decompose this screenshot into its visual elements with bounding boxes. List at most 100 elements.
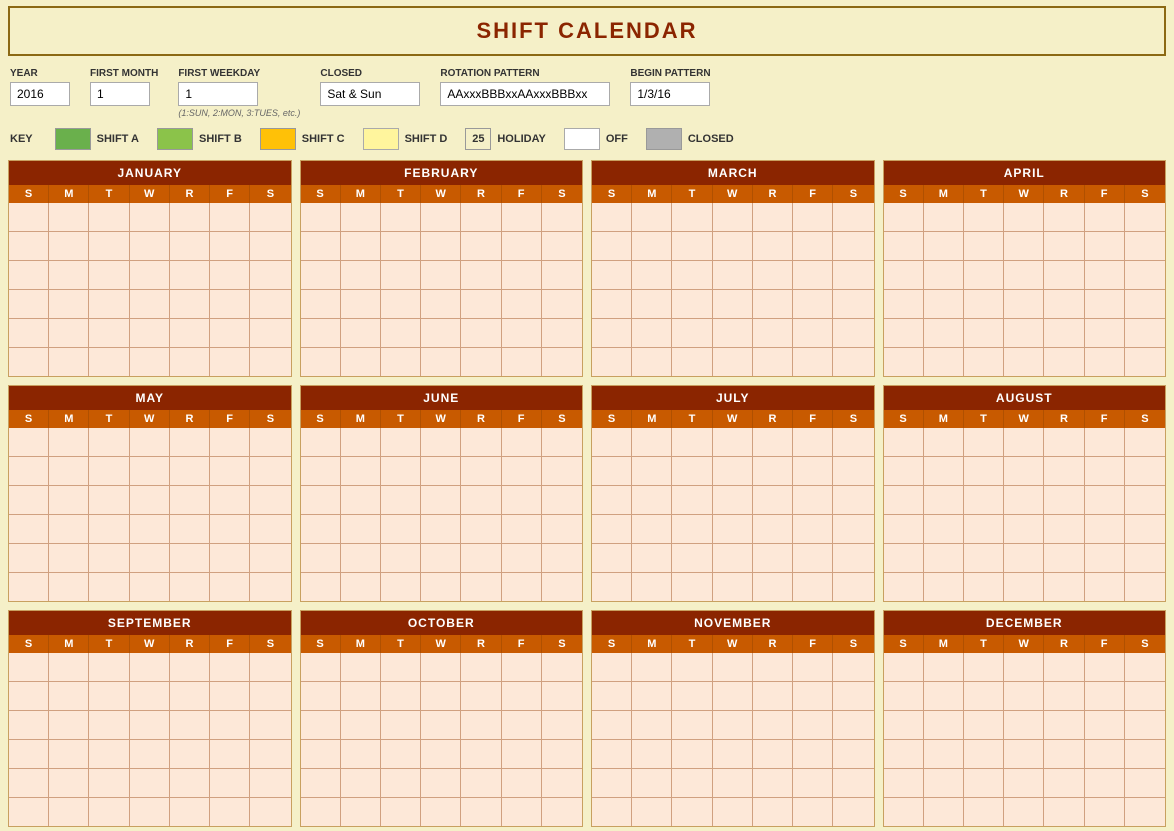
month-october: OCTOBER SMTWRFS bbox=[300, 610, 584, 827]
jan-day bbox=[9, 290, 49, 318]
jan-day bbox=[250, 203, 290, 231]
jan-day bbox=[9, 319, 49, 347]
day-headers-december: SMTWRFS bbox=[884, 635, 1166, 653]
shift-c-label: SHIFT C bbox=[302, 133, 345, 145]
feb-day bbox=[461, 232, 501, 260]
day-headers-october: SMTWRFS bbox=[301, 635, 583, 653]
feb-day bbox=[381, 232, 421, 260]
key-item-closed: CLOSED bbox=[646, 128, 734, 150]
month-may: MAY SMTWRFS bbox=[8, 385, 292, 602]
shift-d-label: SHIFT D bbox=[405, 133, 448, 145]
month-december: DECEMBER SMTWRFS bbox=[883, 610, 1167, 827]
feb-day bbox=[502, 290, 542, 318]
dh-feb-m: M bbox=[341, 185, 381, 203]
month-header-october: OCTOBER bbox=[301, 611, 583, 635]
month-header-august: AUGUST bbox=[884, 386, 1166, 410]
jan-day bbox=[9, 203, 49, 231]
dh-feb-s2: S bbox=[542, 185, 582, 203]
feb-day bbox=[542, 232, 582, 260]
begin-input[interactable] bbox=[630, 82, 710, 106]
calendar-body-february bbox=[301, 203, 583, 376]
jan-day bbox=[250, 232, 290, 260]
jan-day bbox=[89, 203, 129, 231]
feb-day bbox=[502, 232, 542, 260]
year-label: YEAR bbox=[10, 68, 70, 79]
holiday-swatch: 25 bbox=[465, 128, 491, 150]
rotation-input[interactable] bbox=[440, 82, 610, 106]
jan-day bbox=[210, 261, 250, 289]
feb-week-4 bbox=[301, 290, 583, 319]
year-input[interactable] bbox=[10, 82, 70, 106]
feb-day bbox=[421, 261, 461, 289]
jan-day bbox=[170, 232, 210, 260]
feb-week-5 bbox=[301, 319, 583, 348]
dh-mar-r: R bbox=[753, 185, 793, 203]
closed-input[interactable] bbox=[320, 82, 420, 106]
jan-day bbox=[49, 290, 89, 318]
day-headers-september: SMTWRFS bbox=[9, 635, 291, 653]
shift-a-label: SHIFT A bbox=[97, 133, 139, 145]
jan-week-5 bbox=[9, 319, 291, 348]
feb-day bbox=[542, 319, 582, 347]
rotation-label: ROTATION PATTERN bbox=[440, 68, 610, 79]
jan-day bbox=[49, 348, 89, 376]
dh-mar-w: W bbox=[713, 185, 753, 203]
dh-feb-t1: T bbox=[381, 185, 421, 203]
first-month-input[interactable] bbox=[90, 82, 150, 106]
day-headers-february: S M T W R F S bbox=[301, 185, 583, 203]
key-label: KEY bbox=[10, 133, 33, 145]
feb-day bbox=[341, 232, 381, 260]
jan-day bbox=[170, 319, 210, 347]
feb-day bbox=[341, 348, 381, 376]
jan-day bbox=[89, 290, 129, 318]
begin-pattern-group: BEGIN PATTERN bbox=[630, 68, 710, 106]
feb-day bbox=[542, 203, 582, 231]
month-january: JANUARY S M T W R F S bbox=[8, 160, 292, 377]
feb-day bbox=[461, 203, 501, 231]
weekday-hint: (1:SUN, 2:MON, 3:TUES, etc.) bbox=[178, 108, 300, 118]
year-group: YEAR bbox=[10, 68, 70, 106]
shift-c-swatch bbox=[260, 128, 296, 150]
month-header-february: FEBRUARY bbox=[301, 161, 583, 185]
first-weekday-input[interactable] bbox=[178, 82, 258, 106]
month-header-september: SEPTEMBER bbox=[9, 611, 291, 635]
jan-day bbox=[130, 232, 170, 260]
feb-day bbox=[301, 203, 341, 231]
mar-week-6 bbox=[592, 348, 874, 376]
feb-day bbox=[461, 290, 501, 318]
day-headers-november: SMTWRFS bbox=[592, 635, 874, 653]
day-headers-march: SMTWRFS bbox=[592, 185, 874, 203]
feb-day bbox=[381, 290, 421, 318]
shift-b-swatch bbox=[157, 128, 193, 150]
feb-day bbox=[461, 348, 501, 376]
dh-feb-s1: S bbox=[301, 185, 341, 203]
dh-jan-s2: S bbox=[250, 185, 290, 203]
feb-day bbox=[502, 348, 542, 376]
closed-label: CLOSED bbox=[320, 68, 420, 79]
key-item-shift-b: SHIFT B bbox=[157, 128, 242, 150]
jan-day bbox=[49, 203, 89, 231]
month-june: JUNE SMTWRFS bbox=[300, 385, 584, 602]
first-weekday-label: FIRST WEEKDAY bbox=[178, 68, 300, 79]
jan-day bbox=[89, 232, 129, 260]
feb-week-2 bbox=[301, 232, 583, 261]
key-item-off: OFF bbox=[564, 128, 628, 150]
dh-jan-t1: T bbox=[89, 185, 129, 203]
dh-feb-r: R bbox=[461, 185, 501, 203]
day-headers-august: SMTWRFS bbox=[884, 410, 1166, 428]
closed-group: CLOSED bbox=[320, 68, 420, 106]
shift-a-swatch bbox=[55, 128, 91, 150]
jan-day bbox=[250, 348, 290, 376]
key-item-holiday: 25 HOLIDAY bbox=[465, 128, 546, 150]
day-headers-may: SMTWRFS bbox=[9, 410, 291, 428]
feb-day bbox=[461, 319, 501, 347]
jan-week-3 bbox=[9, 261, 291, 290]
jan-day bbox=[9, 232, 49, 260]
jan-day bbox=[130, 290, 170, 318]
jan-day bbox=[170, 290, 210, 318]
jan-week-2 bbox=[9, 232, 291, 261]
month-march: MARCH SMTWRFS bbox=[591, 160, 875, 377]
jan-day bbox=[210, 319, 250, 347]
jan-day bbox=[89, 261, 129, 289]
calendar-body-august bbox=[884, 428, 1166, 601]
